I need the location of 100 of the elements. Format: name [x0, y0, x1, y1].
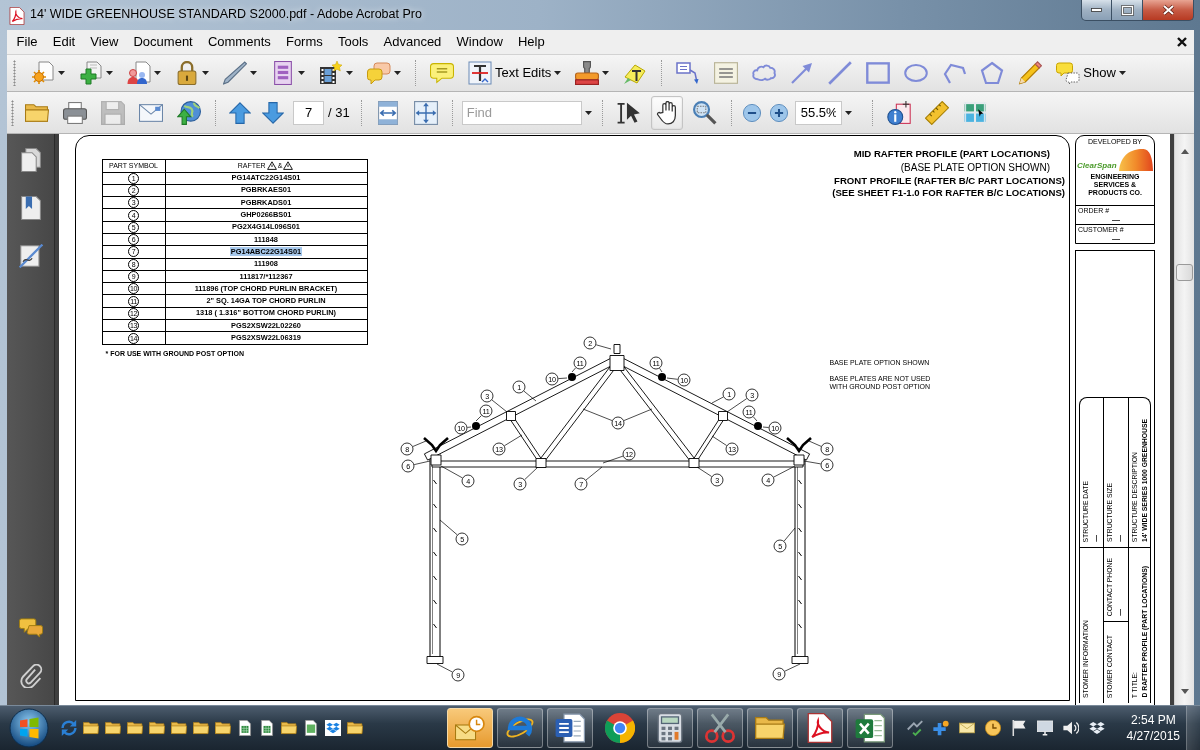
folder-icon[interactable] — [105, 720, 121, 736]
callout-box-icon — [676, 61, 701, 85]
pdf-file-icon — [9, 7, 25, 25]
envelope-icon[interactable] — [958, 720, 975, 736]
drawing-heading: MID RAFTER PROFILE (PART LOCATIONS) — [852, 148, 1050, 160]
purlin-section-icon — [753, 421, 762, 430]
bookmark-document-icon — [18, 196, 43, 220]
speaker-icon[interactable] — [1062, 720, 1079, 736]
document-icon[interactable] — [303, 720, 319, 736]
leader-line — [557, 377, 567, 379]
text-cursor-icon — [616, 100, 641, 125]
menu-item[interactable]: Edit — [45, 32, 83, 52]
document-sun-icon — [31, 61, 55, 85]
circular-arrows-icon[interactable] — [61, 720, 77, 736]
field-value: — — [1112, 215, 1120, 224]
folder-icon[interactable] — [215, 720, 231, 736]
flag-icon[interactable] — [1010, 720, 1027, 736]
gusset-plate — [505, 410, 516, 421]
close-icon — [1177, 37, 1187, 47]
leader-line — [752, 415, 757, 421]
leader-line — [582, 408, 612, 421]
open-box-icon[interactable] — [1088, 720, 1105, 736]
grid-icon — [962, 100, 987, 125]
leader-line — [466, 426, 471, 428]
peak-bracket — [613, 343, 620, 354]
spreadsheet-document-icon[interactable] — [237, 720, 253, 736]
toolbar-grip[interactable] — [11, 99, 14, 126]
leader-line — [623, 408, 652, 421]
up-arrow-icon — [228, 101, 251, 124]
start-button[interactable] — [8, 707, 50, 749]
menu-item[interactable]: Comments — [200, 32, 279, 52]
menu-item[interactable]: File — [9, 32, 46, 52]
menu-item[interactable]: Tools — [330, 32, 376, 52]
plus-circle-icon — [770, 103, 789, 122]
menu-item[interactable]: Forms — [278, 32, 331, 52]
close-document-button[interactable] — [1177, 37, 1187, 47]
flag-orb-icon — [9, 708, 49, 748]
circle-segments-icon — [605, 713, 635, 743]
scrollbar-track[interactable] — [1174, 134, 1194, 705]
find-field[interactable]: Find — [461, 100, 582, 125]
minimize-button[interactable] — [1081, 0, 1112, 21]
show-desktop-button[interactable] — [1186, 706, 1200, 750]
folder-icon[interactable] — [193, 720, 209, 736]
gusset-plate — [430, 454, 441, 465]
folder-icon[interactable] — [347, 720, 363, 736]
page-number-field[interactable]: 7 — [293, 100, 324, 125]
leader-line — [783, 527, 795, 541]
folder-icon[interactable] — [149, 720, 165, 736]
leader-line — [726, 397, 747, 412]
text-edits-button[interactable]: Text Edits — [464, 58, 566, 88]
drawing-heading: FRONT PROFILE (RAFTER B/C PART LOCATIONS) — [833, 175, 1065, 187]
leader-line — [711, 435, 727, 446]
leader-line — [413, 460, 430, 465]
leader-line — [439, 519, 458, 535]
toolbar-grip[interactable] — [13, 60, 16, 86]
hand-tool-button[interactable] — [650, 95, 683, 130]
document-plus-icon — [79, 61, 103, 85]
menu-item[interactable]: View — [82, 32, 126, 52]
purlin-section-icon — [657, 372, 666, 381]
close-button[interactable] — [1143, 0, 1194, 21]
clock-time[interactable]: 2:54 PM — [1126, 712, 1180, 728]
menu-item[interactable]: Document — [125, 32, 201, 52]
gusset-plate — [793, 454, 804, 465]
film-star-icon — [319, 61, 343, 85]
folder-icon[interactable] — [83, 720, 99, 736]
monitor-icon[interactable] — [1036, 720, 1053, 736]
spreadsheet-document-icon[interactable] — [259, 720, 275, 736]
caret-icon — [346, 71, 353, 75]
caret-icon — [106, 71, 113, 75]
maximize-button[interactable] — [1112, 0, 1143, 21]
fit-page-icon — [413, 100, 438, 125]
text-lines-icon — [714, 61, 739, 85]
up-triangle-icon — [1180, 148, 1189, 154]
eave-bracket — [422, 436, 449, 453]
down-arrow-icon — [261, 101, 284, 124]
menu-item[interactable]: Help — [510, 32, 553, 52]
folder-icon[interactable] — [281, 720, 297, 736]
menu-item[interactable]: Window — [448, 32, 511, 52]
form-document-icon — [271, 61, 295, 85]
ruler-icon — [924, 100, 949, 125]
clock-icon[interactable] — [984, 720, 1001, 736]
leader-line — [585, 466, 602, 480]
leader-line — [696, 466, 712, 477]
folder-icon[interactable] — [171, 720, 187, 736]
polygon-line-icon — [942, 61, 967, 85]
scrollbar-thumb[interactable] — [1176, 264, 1193, 281]
pen-icon — [223, 61, 247, 85]
scissors-icon — [705, 713, 735, 743]
padlock-icon — [175, 61, 199, 85]
folder-icon[interactable] — [127, 720, 143, 736]
leader-line — [440, 465, 463, 478]
caret-icon — [584, 110, 592, 115]
menu-item[interactable]: Advanced — [375, 32, 449, 52]
caret-icon — [58, 71, 65, 75]
clock-date[interactable]: 4/27/2015 — [1126, 728, 1180, 744]
caret-icon — [154, 71, 161, 75]
window-title: 14' WIDE GREENHOUSE STANDARD S2000.pdf - Adobe Acrobat Pro — [30, 7, 422, 22]
show-button[interactable]: Show — [1052, 58, 1130, 88]
caret-icon — [250, 71, 257, 75]
speech-bubbles-icon — [367, 61, 391, 85]
